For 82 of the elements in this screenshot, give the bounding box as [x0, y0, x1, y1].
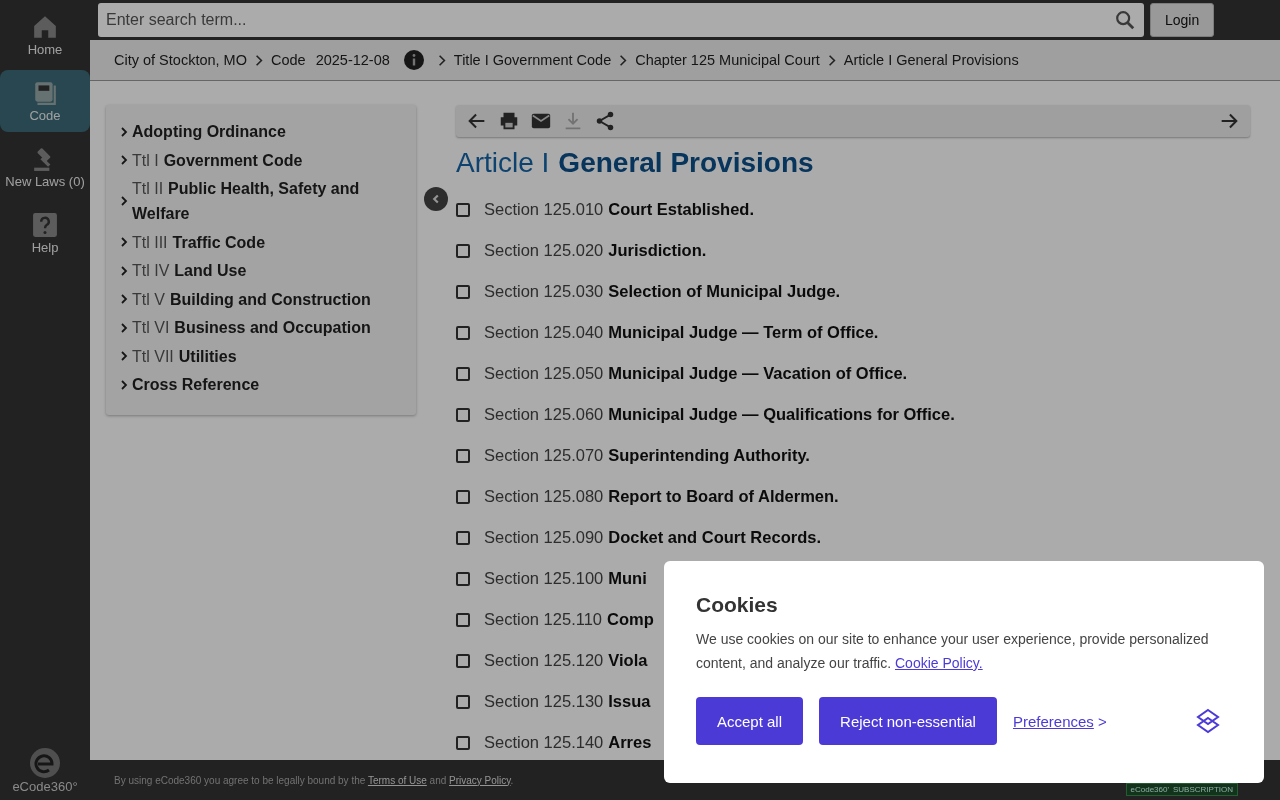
article-heading: Article I General Provisions [456, 147, 815, 179]
checkbox[interactable] [456, 653, 470, 668]
print-icon[interactable] [498, 110, 520, 132]
chevron-icon [120, 264, 128, 277]
chevron-icon [437, 53, 446, 67]
checkbox[interactable] [456, 202, 470, 217]
toc-item[interactable]: Ttl I Government Code [120, 147, 406, 173]
section-link[interactable]: Section 125.020 Jurisdiction. [484, 241, 707, 260]
rail-item[interactable]: Help [0, 202, 90, 264]
section-link[interactable]: Section 125.110 Comp [484, 610, 654, 629]
section-link[interactable]: Section 125.070 Superintending Authority. [484, 446, 810, 465]
info-icon[interactable] [403, 50, 424, 70]
chevron-icon [254, 53, 263, 67]
accept-all-button[interactable]: Accept all [696, 697, 804, 745]
section-link[interactable]: Section 125.100 Muni [484, 569, 647, 588]
chevron-icon [120, 195, 128, 207]
checkbox[interactable] [456, 571, 470, 586]
checkbox[interactable] [456, 284, 470, 299]
breadcrumb-link[interactable]: City of Stockton, MO [114, 52, 247, 68]
section-link[interactable]: Section 125.090 Docket and Court Records. [484, 528, 821, 547]
checkbox[interactable] [456, 735, 470, 750]
privacy-link[interactable]: Privacy Policy [449, 774, 511, 786]
reject-button[interactable]: Reject non-essential [819, 697, 997, 745]
checkbox[interactable] [456, 325, 470, 340]
cookie-message: We use cookies on our site to enhance your user experience, provide personalized content, and analyze our traffic. Cookie Policy. [696, 630, 1210, 673]
toc-item[interactable]: Ttl II Public Health, Safety and Welfare [120, 176, 406, 226]
checkbox[interactable] [456, 612, 470, 627]
section-link[interactable]: Section 125.060 Municipal Judge — Qualifications for Office. [484, 405, 955, 424]
section-link[interactable]: Section 125.050 Municipal Judge — Vacation of Office. [484, 364, 908, 383]
checkbox[interactable] [456, 489, 470, 504]
section-link[interactable]: Section 125.080 Report to Board of Aldermen. [484, 487, 839, 506]
search-field[interactable]: Enter search term... [98, 3, 1144, 37]
chevron-icon [120, 154, 128, 166]
chevron-icon [827, 53, 836, 67]
share-icon[interactable] [594, 110, 616, 132]
toc-item[interactable]: Ttl III Traffic Code [120, 229, 406, 255]
toc-item[interactable]: Ttl VI Business and Occupation [120, 315, 406, 340]
code-date: 2025-12-08 [315, 52, 390, 68]
checkbox[interactable] [456, 243, 470, 258]
dialog-title: Cookies [696, 593, 779, 617]
chevron-icon [120, 236, 128, 248]
chevron-icon [120, 350, 128, 362]
section-link[interactable]: Section 125.030 Selection of Municipal Judge. [484, 282, 841, 301]
rail-item[interactable]: New Laws (0) [0, 136, 90, 198]
rail-item[interactable]: Home [0, 4, 90, 66]
book-icon [32, 79, 58, 106]
logo-text: eCode360° [12, 779, 78, 794]
breadcrumb-link[interactable]: Code [270, 52, 306, 68]
collapse-button[interactable] [424, 187, 448, 211]
chevron-icon [120, 125, 128, 138]
section-link[interactable]: Section 125.130 Issua [484, 692, 651, 711]
toc-item[interactable]: Adopting Ordinance [120, 119, 406, 144]
checkbox[interactable] [456, 448, 470, 463]
search-icon[interactable] [1114, 9, 1136, 31]
legal-notice: By using eCode360 you agree to be legally bound by the Terms of Use and Privacy Policy. [114, 774, 514, 786]
checkbox[interactable] [456, 530, 470, 545]
chevron-icon [120, 293, 128, 305]
terms-link[interactable]: Terms of Use [367, 774, 427, 786]
diamond-logo-icon [1194, 707, 1222, 735]
breadcrumb-link[interactable]: Chapter 125 Municipal Court [635, 52, 820, 68]
checkbox[interactable] [456, 694, 470, 709]
toc-item[interactable]: Ttl V Building and Construction [120, 286, 406, 312]
toc-item[interactable]: Cross Reference [120, 372, 406, 397]
section-link[interactable]: Section 125.120 Viola [484, 651, 648, 670]
toc-item[interactable]: Ttl VII Utilities [120, 343, 406, 369]
chevron-icon [619, 53, 628, 67]
chevron-icon [120, 378, 128, 391]
logo-icon [29, 747, 61, 779]
rail-item[interactable]: Code [0, 70, 90, 132]
section-link[interactable]: Section 125.040 Municipal Judge — Term of Office. [484, 323, 879, 342]
checkbox[interactable] [456, 407, 470, 422]
cookie-policy-link[interactable]: Cookie Policy. [895, 655, 983, 671]
help-icon [32, 211, 58, 238]
login-button[interactable]: Login [1150, 3, 1215, 37]
checkbox[interactable] [456, 366, 470, 381]
section-link[interactable]: Section 125.010 Court Established. [484, 200, 755, 219]
breadcrumb-link[interactable]: Title I Government Code [453, 52, 612, 68]
chevron-icon [120, 321, 128, 334]
breadcrumb-link[interactable]: Article I General Provisions [843, 52, 1019, 68]
section-link[interactable]: Section 125.140 Arres [484, 733, 652, 752]
preferences-link[interactable]: Preferences > [1012, 712, 1107, 730]
toc-item[interactable]: Ttl IV Land Use [120, 258, 406, 283]
